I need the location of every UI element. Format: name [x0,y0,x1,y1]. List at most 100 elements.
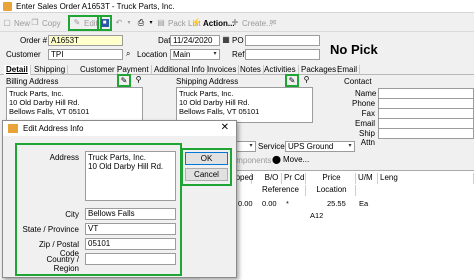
date-field[interactable]: 11/24/2020 [170,35,220,46]
search-icon[interactable]: ⌕ [126,49,135,60]
tab-customer[interactable]: Customer [78,65,118,75]
edit-shipping-button[interactable]: ✎ [285,74,299,87]
address-textarea[interactable]: Truck Parts, Inc. 10 Old Darby Hill Rd. [85,151,176,201]
edit-label: Edit [84,18,98,28]
billing-address-label: Billing Address [6,77,59,86]
cell-bo[interactable]: 0.00 [262,199,277,208]
city-field[interactable]: Bellows Falls [85,208,176,220]
ship-via-select[interactable]: ▾ [236,141,256,152]
pack-list-icon: ▤ [157,18,165,27]
map-pin-icon[interactable]: ⚲ [133,75,144,86]
new-label: New [14,18,31,28]
more-button[interactable]: ✉ [268,16,278,30]
ref-field[interactable] [245,49,320,60]
location-label: Location [137,50,168,59]
cell-prcd[interactable]: * [286,199,289,208]
copy-button[interactable]: ❐ Copy [30,16,60,30]
billing-line-2: 10 Old Darby Hill Rd. [9,98,80,107]
shipping-line-1: Truck Parts, Inc. [179,89,234,98]
location-select[interactable]: Main ▾ [170,49,220,60]
city-label: City [65,210,79,219]
pick-status: No Pick [330,42,378,57]
country-field[interactable] [85,253,176,265]
tab-packages[interactable]: Packages [299,65,340,75]
tab-additional-info[interactable]: Additional Info [152,65,208,75]
cell-price[interactable]: 25.55 [327,199,346,208]
country-label: Country / Region [46,255,79,273]
billing-line-1: Truck Parts, Inc. [9,89,64,98]
edit-billing-button[interactable]: ✎ [117,74,131,87]
title-bar: Enter Sales Order A1653T - Truck Parts, … [0,0,474,13]
new-doc-icon: ▢ [3,18,11,27]
col-bo[interactable]: B/O [260,173,282,184]
name-label: Name [355,89,377,98]
billing-address-box[interactable]: Truck Parts, Inc. 10 Old Darby Hill Rd. … [6,87,143,123]
cell-um[interactable]: Ea [359,199,368,208]
move-icon: ⬤ [272,155,281,164]
service-label: Service [258,142,285,151]
state-field[interactable]: VT [85,223,176,235]
new-button[interactable]: ▢ New [2,16,30,30]
zip-field[interactable]: 05101 [85,238,176,250]
po-label: PO [232,36,244,45]
address-line-2: 10 Old Darby Hill Rd. [88,162,164,171]
edit-address-dialog: Edit Address Info ✕ Address Truck Parts,… [2,120,237,278]
dialog-title-bar[interactable]: Edit Address Info ✕ [3,121,236,136]
ref-label: Ref [232,50,245,59]
chevron-down-icon: ▾ [149,20,153,26]
app-icon [3,2,12,11]
col-prcd[interactable]: Pr Cd [282,173,306,184]
tab-notes[interactable]: Notes [238,65,264,75]
dialog-title: Edit Address Info [23,124,84,133]
tab-shipping[interactable]: Shipping [32,65,69,75]
tab-shipping-label: Shipping [34,65,66,74]
order-number-field[interactable]: A1653T [48,35,123,46]
actions-button[interactable]: ⚡ Action... [191,16,235,30]
tab-email[interactable]: Email [335,65,361,75]
billing-line-3: Bellows Falls, VT 05101 [9,107,90,116]
create-button[interactable]: ✚ Create... [230,16,273,30]
order-label: Order # [20,36,48,45]
chevron-down-icon: ▾ [127,20,131,26]
po-field[interactable] [245,35,320,46]
undo-button[interactable]: ↶ ▾ [114,16,132,30]
address-label: Address [49,153,79,162]
close-icon[interactable]: ✕ [221,122,229,133]
fax-label: Fax [361,109,375,118]
line-items-grid: Shipped B/O Pr Cd Price U/M Leng Referen… [200,170,474,280]
create-icon: ✚ [231,18,239,27]
map-pin-icon[interactable]: ⚲ [301,75,312,86]
email-icon: ✉ [269,18,277,27]
col-price[interactable]: Price [306,173,356,184]
move-button[interactable]: ⬤ Move... [272,155,309,164]
pencil-icon: ✎ [120,76,128,85]
copy-icon: ❐ [31,18,39,27]
cell-shipped[interactable]: 0.00 [238,199,253,208]
customer-label: Customer [6,50,41,59]
chevron-down-icon: ▾ [249,143,253,149]
col-um[interactable]: U/M [356,173,378,184]
tab-detail[interactable]: Detail [4,65,31,75]
service-select[interactable]: UPS Ground ▾ [285,141,355,152]
calendar-icon[interactable]: ▦ [221,35,231,46]
col-location[interactable]: Location [306,185,356,196]
save-icon: ■ [100,19,109,27]
state-label: State / Province [22,225,79,234]
cancel-button[interactable]: Cancel [185,168,228,181]
cell-location[interactable]: A12 [310,211,323,220]
print-button[interactable]: ⎙ ▾ [136,16,154,30]
sales-order-window: Enter Sales Order A1653T - Truck Parts, … [0,0,474,280]
phone-label: Phone [352,99,376,108]
chevron-down-icon: ▾ [213,51,217,57]
customer-field[interactable]: TPI [48,49,123,60]
pencil-icon: ✎ [288,76,296,85]
col-reference[interactable]: Reference [260,185,306,196]
app-icon [8,124,18,133]
ok-button[interactable]: OK [185,152,228,165]
tab-invoices[interactable]: Invoices [205,65,240,75]
save-button[interactable]: ■ [97,15,112,31]
shipping-address-box[interactable]: Truck Parts, Inc. 10 Old Darby Hill Rd. … [176,87,313,123]
toolbar: ▢ New ❐ Copy ✎ Edit ■ ↶ ▾ ⎙ ▾ ▤ Pack Lis… [0,14,474,32]
col-length[interactable]: Leng [378,173,474,184]
ship-attn-field[interactable] [378,128,474,139]
